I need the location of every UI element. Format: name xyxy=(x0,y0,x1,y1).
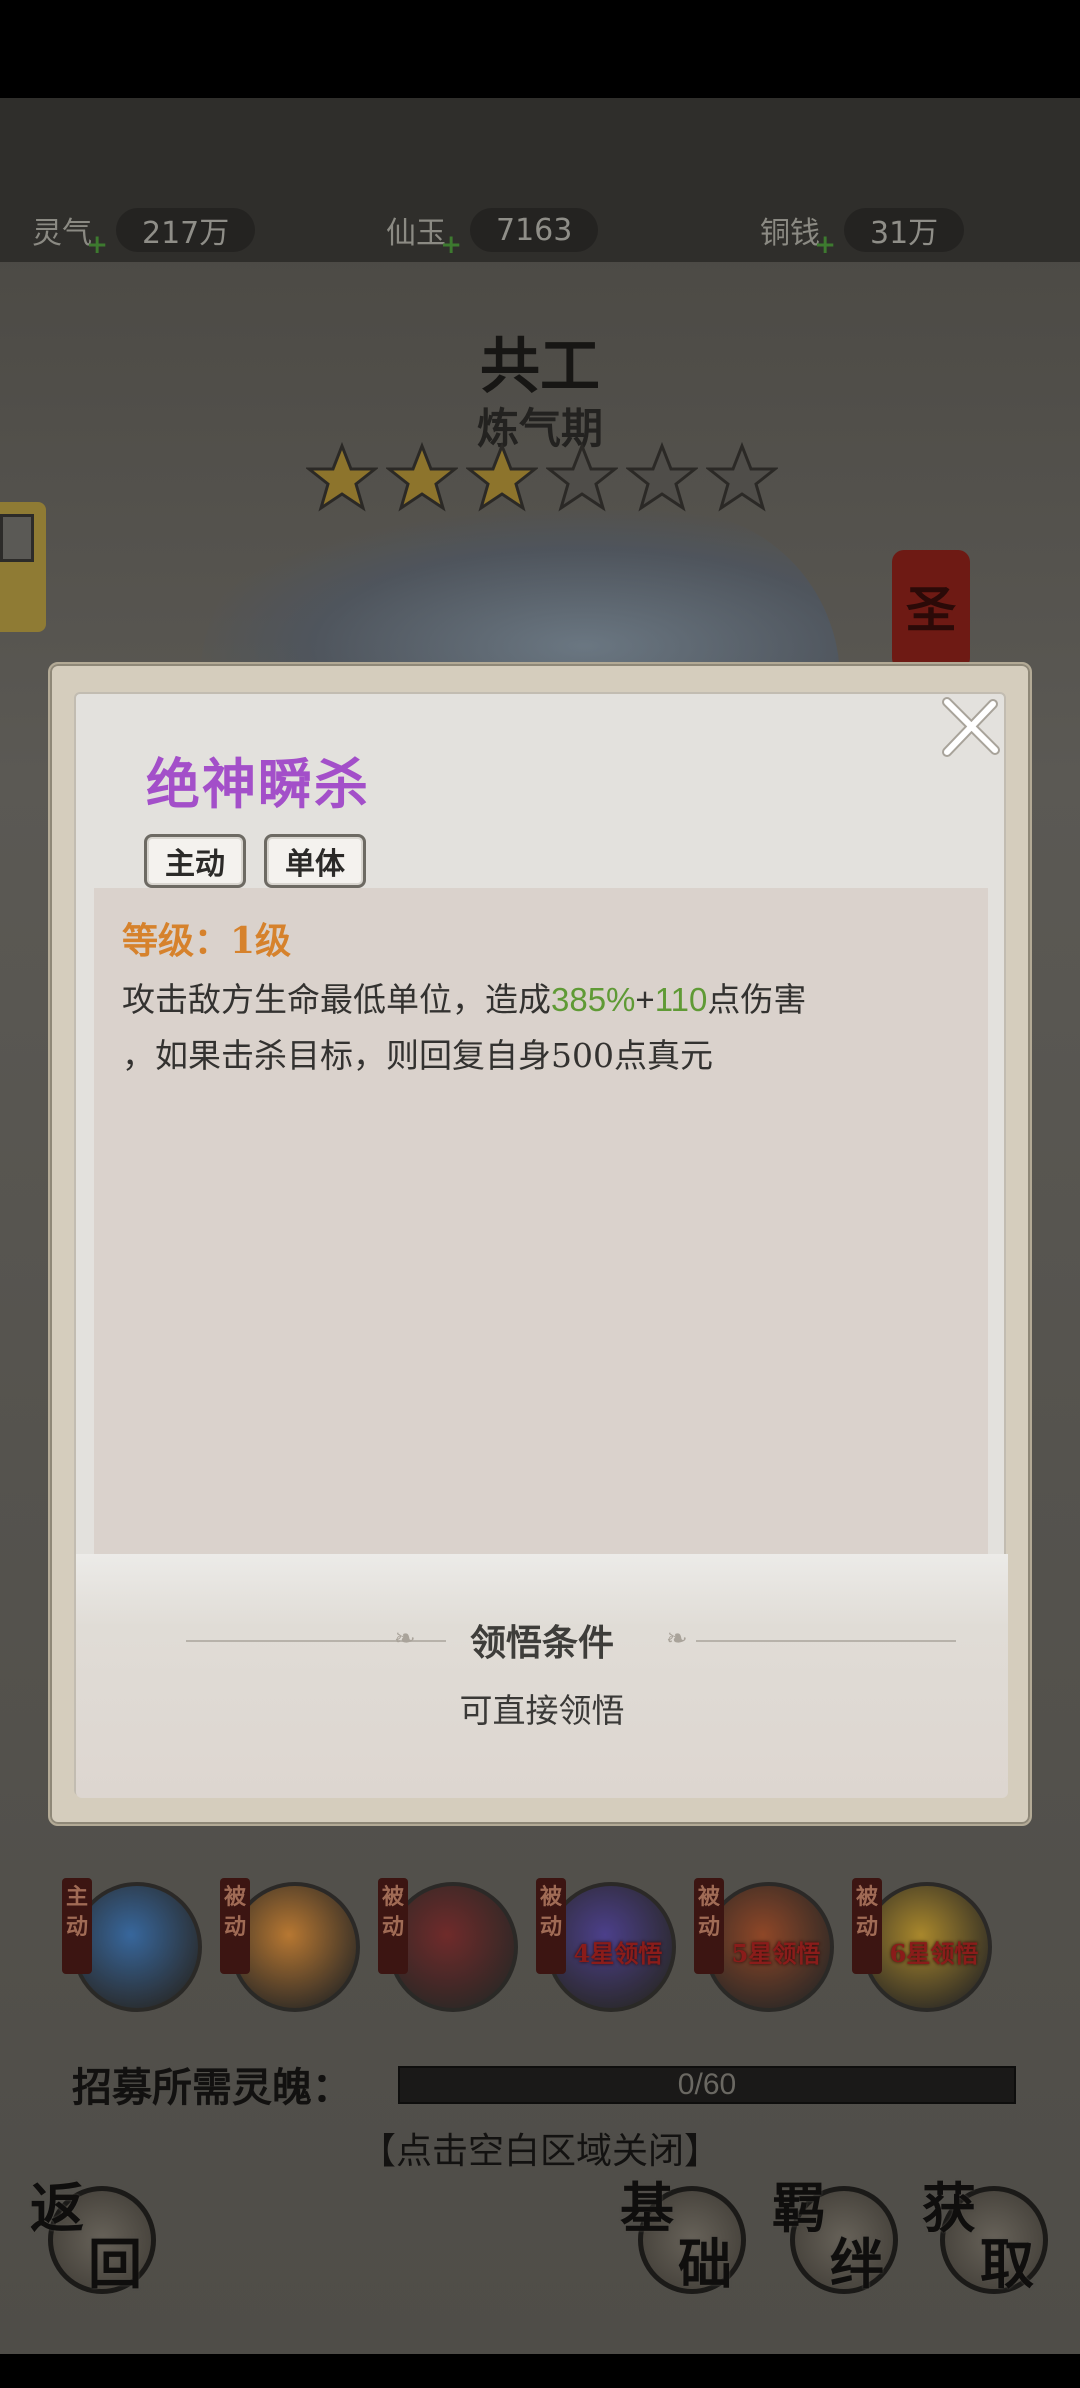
resource-value: 7163 xyxy=(470,208,599,252)
resource-xianyu: 仙玉 + 7163 xyxy=(386,205,599,260)
bond-label: 绊 xyxy=(830,2232,884,2296)
progress-text: 0/60 xyxy=(677,2068,737,2101)
resource-label: 灵气 xyxy=(32,216,92,251)
back-button[interactable]: 返 回 xyxy=(30,2170,156,2296)
skill-name: 绝神瞬杀 xyxy=(146,752,370,816)
tongqian-add[interactable]: 铜钱 + xyxy=(760,208,836,260)
desc-plus: + xyxy=(635,981,655,1018)
plus-icon: + xyxy=(440,230,462,260)
skill-slot[interactable]: 被动 6星领悟 xyxy=(852,1878,992,2012)
skill-unlock-requirement: 4星领悟 xyxy=(573,1939,663,1968)
skill-slot[interactable]: 主动 xyxy=(62,1878,202,2012)
soul-progress-bar: 0/60 xyxy=(398,2066,1016,2104)
close-hint: 【点击空白区域关闭】 xyxy=(359,2131,720,2172)
condition-text: 可直接领悟 xyxy=(459,1691,625,1730)
back-label: 回 xyxy=(88,2232,142,2296)
bottom-system-bar xyxy=(0,2354,1080,2388)
desc-text: 攻击敌方生命最低单位，造成 xyxy=(122,980,551,1019)
obtain-label: 获 xyxy=(922,2176,976,2240)
resource-label: 铜钱 xyxy=(760,216,820,251)
bond-tab-button[interactable]: 羁 绊 xyxy=(772,2170,898,2296)
lingqi-add[interactable]: 灵气 + xyxy=(32,208,108,260)
skill-slot[interactable]: 被动 5星领悟 xyxy=(694,1878,834,2012)
back-label: 返 xyxy=(30,2176,84,2240)
close-button[interactable] xyxy=(935,692,1005,762)
skill-tags: 主动 单体 xyxy=(144,834,366,888)
obtain-label: 取 xyxy=(980,2232,1034,2296)
resource-lingqi: 灵气 + 217万 xyxy=(32,205,256,260)
close-icon xyxy=(942,697,1000,757)
swirl-ornament-icon: ❧ xyxy=(666,1624,688,1654)
star-filled-icon xyxy=(466,442,538,512)
desc-value-flat: 110 xyxy=(654,981,708,1018)
hero-stars xyxy=(306,442,778,514)
resource-value: 31万 xyxy=(844,208,965,252)
plus-icon: + xyxy=(814,230,836,260)
skill-popup-panel: 绝神瞬杀 主动 单体 等级：1级 攻击敌方生命最低单位，造成385%+110点伤… xyxy=(74,692,1008,1798)
resource-label: 仙玉 xyxy=(386,216,446,251)
bond-label: 羁 xyxy=(772,2176,826,2240)
skill-description-box: 等级：1级 攻击敌方生命最低单位，造成385%+110点伤害 ，如果击杀目标，则… xyxy=(94,888,988,1568)
base-label: 础 xyxy=(678,2232,732,2296)
base-tab-button[interactable]: 基 础 xyxy=(620,2170,746,2296)
skill-tag: 主动 xyxy=(144,834,246,888)
hero-name: 共工 xyxy=(480,332,600,402)
star-filled-icon xyxy=(306,442,378,512)
mist-decoration xyxy=(76,1554,1008,1798)
obtain-tab-button[interactable]: 获 取 xyxy=(922,2170,1048,2296)
skill-slot[interactable]: 被动 xyxy=(220,1878,360,2012)
skill-unlock-requirement: 6星领悟 xyxy=(889,1939,979,1968)
base-label: 基 xyxy=(620,2176,674,2240)
quality-seal: 圣 xyxy=(892,550,970,670)
skill-popup: 绝神瞬杀 主动 单体 等级：1级 攻击敌方生命最低单位，造成385%+110点伤… xyxy=(48,662,1032,1826)
desc-text: 点伤害 xyxy=(707,980,807,1019)
star-empty-icon xyxy=(546,442,618,512)
desc-value-ratio: 385% xyxy=(551,981,636,1018)
resource-tongqian: 铜钱 + 31万 xyxy=(760,205,965,260)
xianyu-add[interactable]: 仙玉 + xyxy=(386,208,462,260)
skill-unlock-requirement: 5星领悟 xyxy=(731,1939,821,1968)
skill-icons-row: 主动 被动 被动 被动 4星领悟被动 5星领悟被动 6星领悟 xyxy=(62,1878,992,2012)
star-empty-icon xyxy=(706,442,778,512)
plus-icon: + xyxy=(86,230,108,260)
skill-slot[interactable]: 被动 4星领悟 xyxy=(536,1878,676,2012)
star-filled-icon xyxy=(386,442,458,512)
skill-tag: 单体 xyxy=(264,834,366,888)
desc-text: ，如果击杀目标，则回复自身500点真元 xyxy=(122,1036,713,1075)
skill-level: 等级：1级 xyxy=(122,920,292,962)
skill-description: 攻击敌方生命最低单位，造成385%+110点伤害 ，如果击杀目标，则回复自身50… xyxy=(122,972,942,1084)
hero-portrait xyxy=(200,510,840,680)
star-empty-icon xyxy=(626,442,698,512)
skill-type-ribbon: 被动 xyxy=(378,1878,408,1974)
skill-type-ribbon: 主动 xyxy=(62,1878,92,1974)
resource-value: 217万 xyxy=(116,208,256,252)
skill-slot[interactable]: 被动 xyxy=(378,1878,518,2012)
divider xyxy=(696,1640,956,1642)
recruit-label: 招募所需灵魄： xyxy=(72,2064,352,2111)
skill-type-ribbon: 被动 xyxy=(220,1878,250,1974)
screen-icon xyxy=(0,514,34,562)
screen: 灵气 + 217万 仙玉 + 7163 铜钱 + 31万 共工 炼气期 圣 绝神瞬杀 … xyxy=(0,0,1080,2388)
side-card-icon[interactable] xyxy=(0,502,46,632)
